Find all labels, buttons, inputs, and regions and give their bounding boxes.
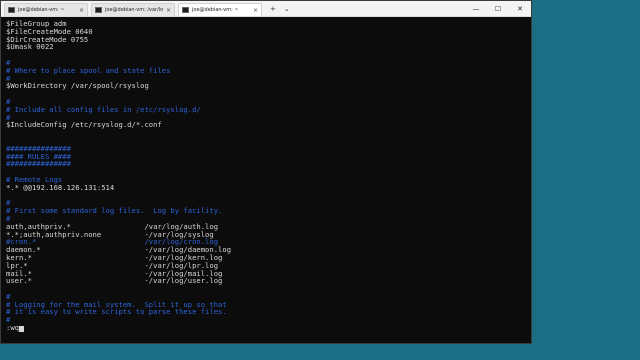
terminal-line: $IncludeConfig /etc/rsyslog.d/*.conf [6,120,162,130]
tab-label: joe@debian-vm: /var/log [105,7,163,13]
terminal-line: $WorkDirectory /var/spool/rsyslog [6,81,149,91]
minimize-button[interactable]: — [465,1,487,16]
terminal-window: joe@debian-vm: ~ × joe@debian-vm: /var/l… [0,0,532,344]
close-button[interactable]: ✕ [509,1,531,16]
terminal-line: #### RULES #### [6,151,71,161]
tab-dropdown-button[interactable]: ⌄ [284,5,290,13]
terminal-line: user.* -/var/log/user.log [6,276,223,286]
terminal-icon [95,7,102,13]
tab-3-active[interactable]: joe@debian-vm: ~ × [178,3,262,16]
command-text: :wq [6,323,19,333]
terminal-content[interactable]: $FileGroup adm $FileCreateMode 0640 $DirCr… [1,17,531,343]
terminal-line: # First some standard log files. Log by … [6,206,223,216]
close-tab-icon[interactable]: × [253,7,258,14]
maximize-button[interactable]: ☐ [487,1,509,16]
terminal-line: *.* @@192.168.126.131:514 [6,182,115,192]
terminal-line: ############### [6,143,71,153]
terminal-icon [8,7,15,13]
close-tab-icon[interactable]: × [166,7,171,14]
text-cursor [18,325,24,332]
title-bar: joe@debian-vm: ~ × joe@debian-vm: /var/l… [1,1,531,17]
terminal-line: # [6,315,11,325]
close-tab-icon[interactable]: × [79,7,84,14]
terminal-line: ############### [6,159,71,169]
terminal-line: $DirCreateMode 0755 [6,34,89,44]
terminal-line: # it is easy to write scripts to parse t… [6,307,227,317]
terminal-line: # Include all config files in /etc/rsysl… [6,104,201,114]
tab-1[interactable]: joe@debian-vm: ~ × [4,3,88,16]
terminal-line: # Where to place spool and state files [6,65,171,75]
tab-label: joe@debian-vm: ~ [192,7,239,13]
terminal-icon [182,7,189,13]
tab-label: joe@debian-vm: ~ [18,7,65,13]
new-tab-button[interactable]: + [270,5,276,13]
tab-actions: + ⌄ [270,2,290,16]
terminal-line: $Umask 0022 [6,42,54,52]
tab-2[interactable]: joe@debian-vm: /var/log × [91,3,175,16]
window-controls: — ☐ ✕ [465,1,531,16]
scrollbar[interactable] [527,19,530,339]
command-line[interactable]: :wq [6,324,531,332]
